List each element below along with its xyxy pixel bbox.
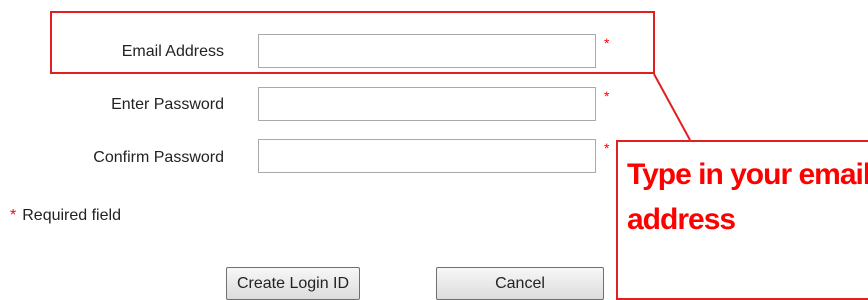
password-label: Enter Password xyxy=(111,96,224,113)
cancel-button[interactable]: Cancel xyxy=(436,267,604,300)
email-required-marker: * xyxy=(604,35,610,51)
create-login-id-button[interactable]: Create Login ID xyxy=(226,267,360,300)
confirm-password-required-marker: * xyxy=(604,140,610,156)
email-label: Email Address xyxy=(121,43,224,60)
required-field-note: * Required field xyxy=(10,206,121,226)
confirm-password-input[interactable] xyxy=(258,139,596,173)
callout-text: Type in your email address xyxy=(627,158,868,236)
required-note-text: Required field xyxy=(22,207,121,224)
callout-box: Type in your email address xyxy=(616,140,868,300)
confirm-password-label: Confirm Password xyxy=(93,149,224,166)
email-input[interactable] xyxy=(258,34,596,68)
required-note-marker: * xyxy=(10,207,17,224)
password-input[interactable] xyxy=(258,87,596,121)
password-required-marker: * xyxy=(604,88,610,104)
